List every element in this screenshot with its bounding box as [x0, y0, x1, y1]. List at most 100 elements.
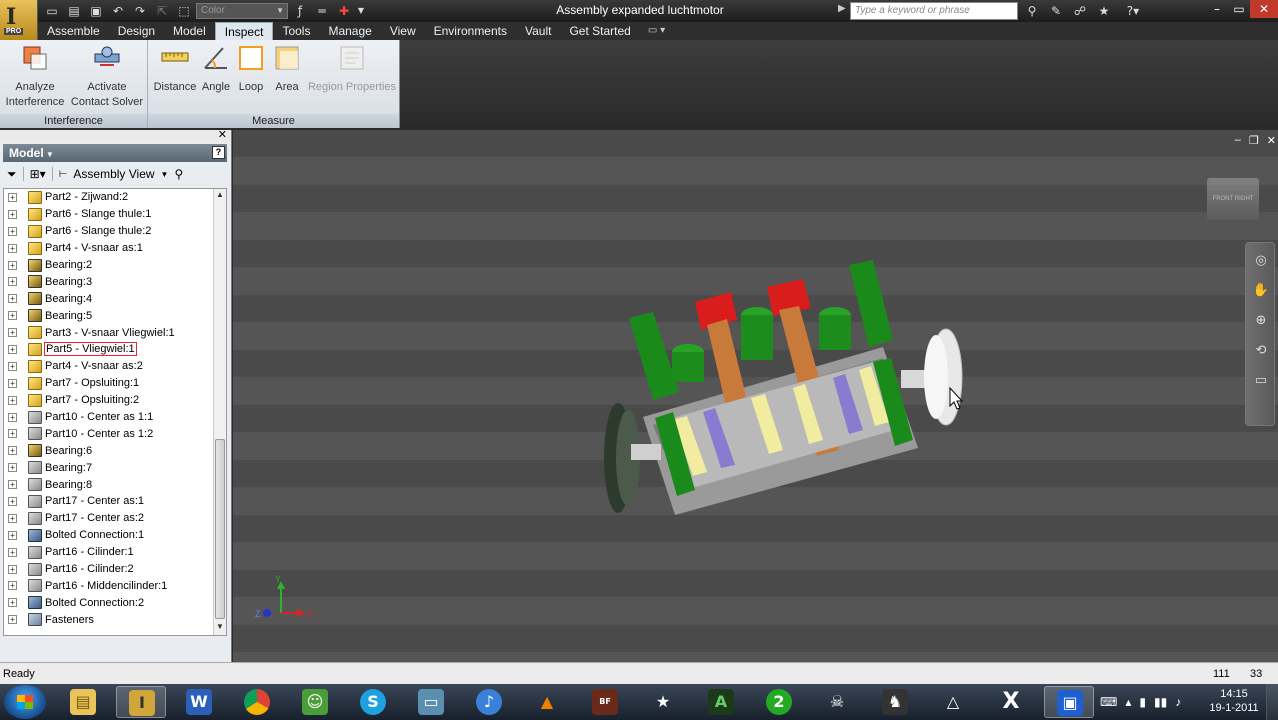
tree-item[interactable]: + Bearing:8	[4, 476, 226, 493]
start-button[interactable]	[4, 685, 46, 719]
tree-item[interactable]: + Bearing:6	[4, 442, 226, 459]
close-icon[interactable]: ✕	[1250, 0, 1278, 18]
expand-icon[interactable]: +	[8, 513, 17, 523]
scroll-down-icon[interactable]: ▼	[214, 622, 226, 634]
tree-item[interactable]: + Part6 - Slange thule:1	[4, 206, 226, 223]
tree-item[interactable]: + Bearing:3	[4, 273, 226, 290]
minimize-icon[interactable]: –	[1206, 0, 1228, 18]
close-browser-icon[interactable]: ✕	[218, 128, 227, 141]
expand-icon[interactable]: +	[8, 260, 17, 270]
network-icon[interactable]: ▮▮	[1154, 695, 1167, 709]
keyboard-icon[interactable]: ⌨	[1100, 695, 1117, 709]
taskbar-app-2[interactable]: ▣	[1044, 686, 1094, 718]
taskbar-game-2[interactable]: A	[696, 686, 746, 718]
expand-icon[interactable]: +	[8, 463, 17, 473]
expand-icon[interactable]: +	[8, 581, 17, 591]
assembly-model[interactable]	[233, 130, 1278, 662]
taskbar-vlc[interactable]: ▲	[522, 686, 572, 718]
tray-expand-icon[interactable]: ▴	[1125, 695, 1131, 709]
tree-item[interactable]: + Part2 - Zijwand:2	[4, 189, 226, 206]
tab-manage[interactable]: Manage	[319, 22, 380, 40]
tree-item[interactable]: + Bearing:4	[4, 290, 226, 307]
tree-item[interactable]: + Part16 - Middencilinder:1	[4, 577, 226, 594]
line-weight-icon[interactable]: ═	[312, 2, 332, 20]
search-arrow-icon[interactable]: ▶	[838, 3, 846, 14]
tools-icon[interactable]: ✎	[1046, 2, 1066, 20]
scroll-up-icon[interactable]: ▲	[214, 190, 226, 202]
tree-item[interactable]: + Part10 - Center as 1:2	[4, 425, 226, 442]
color-dropdown[interactable]: Color ▼	[196, 3, 288, 19]
tree-scrollbar[interactable]: ▲ ▼	[213, 189, 226, 635]
taskbar-star-game[interactable]: ★	[638, 686, 688, 718]
taskbar-app[interactable]: ▭	[406, 686, 456, 718]
taskbar-word[interactable]: W	[174, 686, 224, 718]
select-icon[interactable]: ⬚	[174, 2, 194, 20]
chevron-down-icon[interactable]: ▼	[161, 170, 169, 179]
undo-icon[interactable]: ↶	[108, 2, 128, 20]
binoculars-icon[interactable]: ⚲	[174, 167, 183, 181]
filter-icon[interactable]: ⏷	[7, 167, 17, 182]
analyze-interference-button[interactable]: Analyze Interference	[3, 44, 67, 110]
tree-item[interactable]: + Part17 - Center as:1	[4, 493, 226, 510]
assembly-view-label[interactable]: Assembly View	[73, 167, 154, 181]
taskbar-chrome[interactable]	[232, 686, 282, 718]
favorites-icon[interactable]: ★	[1094, 2, 1114, 20]
ribbon-display-toggle-icon[interactable]: ▭ ▾	[640, 22, 673, 40]
taskbar-explorer[interactable]: ▤	[58, 686, 108, 718]
hierarchy-icon[interactable]: ⊞▾	[30, 167, 46, 181]
application-menu-button[interactable]: I PRO	[0, 0, 38, 40]
taskbar-messenger[interactable]: ☺	[290, 686, 340, 718]
help-icon[interactable]: ?▾	[1118, 2, 1148, 20]
tree-item[interactable]: + Bearing:2	[4, 257, 226, 274]
tree-item[interactable]: + Fasteners	[4, 611, 226, 628]
expand-icon[interactable]: +	[8, 480, 17, 490]
distance-button[interactable]: Distance	[151, 44, 199, 95]
expand-icon[interactable]: +	[8, 446, 17, 456]
binoculars-icon[interactable]: ⚲	[1022, 2, 1042, 20]
tab-get-started[interactable]: Get Started	[560, 22, 639, 40]
browser-header[interactable]: Model ▼ ?	[3, 144, 227, 162]
expand-icon[interactable]: +	[8, 412, 17, 422]
taskbar-xfire[interactable]: X	[986, 686, 1036, 718]
new-icon[interactable]: ▭	[42, 2, 62, 20]
taskbar-itunes[interactable]: ♪	[464, 686, 514, 718]
formula-icon[interactable]: ƒ	[290, 2, 310, 20]
open-icon[interactable]: ▤	[64, 2, 84, 20]
search-input[interactable]: Type a keyword or phrase	[850, 2, 1018, 20]
add-icon[interactable]: ✚	[334, 2, 354, 20]
expand-icon[interactable]: +	[8, 429, 17, 439]
loop-button[interactable]: Loop	[234, 44, 268, 95]
tree-item[interactable]: + Part6 - Slange thule:2	[4, 223, 226, 240]
tree-item[interactable]: + Part4 - V-snaar as:1	[4, 240, 226, 257]
tab-design[interactable]: Design	[109, 22, 164, 40]
expand-icon[interactable]: +	[8, 547, 17, 557]
clock[interactable]: 14:15 19-1-2011	[1208, 687, 1260, 715]
communication-icon[interactable]: ☍	[1070, 2, 1090, 20]
return-icon[interactable]: ⇱	[152, 2, 172, 20]
expand-icon[interactable]: +	[8, 564, 17, 574]
redo-icon[interactable]: ↷	[130, 2, 150, 20]
taskbar-game-6[interactable]: △	[928, 686, 978, 718]
power-icon[interactable]: ▮	[1139, 695, 1146, 709]
tree-item[interactable]: + Part16 - Cilinder:1	[4, 544, 226, 561]
expand-icon[interactable]: +	[8, 226, 17, 236]
taskbar-game-4[interactable]: ☠	[812, 686, 862, 718]
scroll-thumb[interactable]	[215, 439, 225, 619]
taskbar-game-3[interactable]: 2	[754, 686, 804, 718]
expand-icon[interactable]: +	[8, 192, 17, 202]
expand-icon[interactable]: +	[8, 311, 17, 321]
expand-icon[interactable]: +	[8, 496, 17, 506]
expand-icon[interactable]: +	[8, 277, 17, 287]
tree-item[interactable]: + Bearing:7	[4, 459, 226, 476]
tree-item[interactable]: + Part7 - Opsluiting:1	[4, 375, 226, 392]
expand-icon[interactable]: +	[8, 395, 17, 405]
expand-icon[interactable]: +	[8, 344, 17, 354]
tab-vault[interactable]: Vault	[516, 22, 560, 40]
tree-item[interactable]: + Part17 - Center as:2	[4, 510, 226, 527]
taskbar-skype[interactable]: S	[348, 686, 398, 718]
tree-item[interactable]: + Part3 - V-snaar Vliegwiel:1	[4, 324, 226, 341]
expand-icon[interactable]: +	[8, 328, 17, 338]
show-desktop-button[interactable]	[1266, 684, 1278, 720]
tree-item[interactable]: + Bolted Connection:2	[4, 594, 226, 611]
tree-item[interactable]: + Part4 - V-snaar as:2	[4, 358, 226, 375]
